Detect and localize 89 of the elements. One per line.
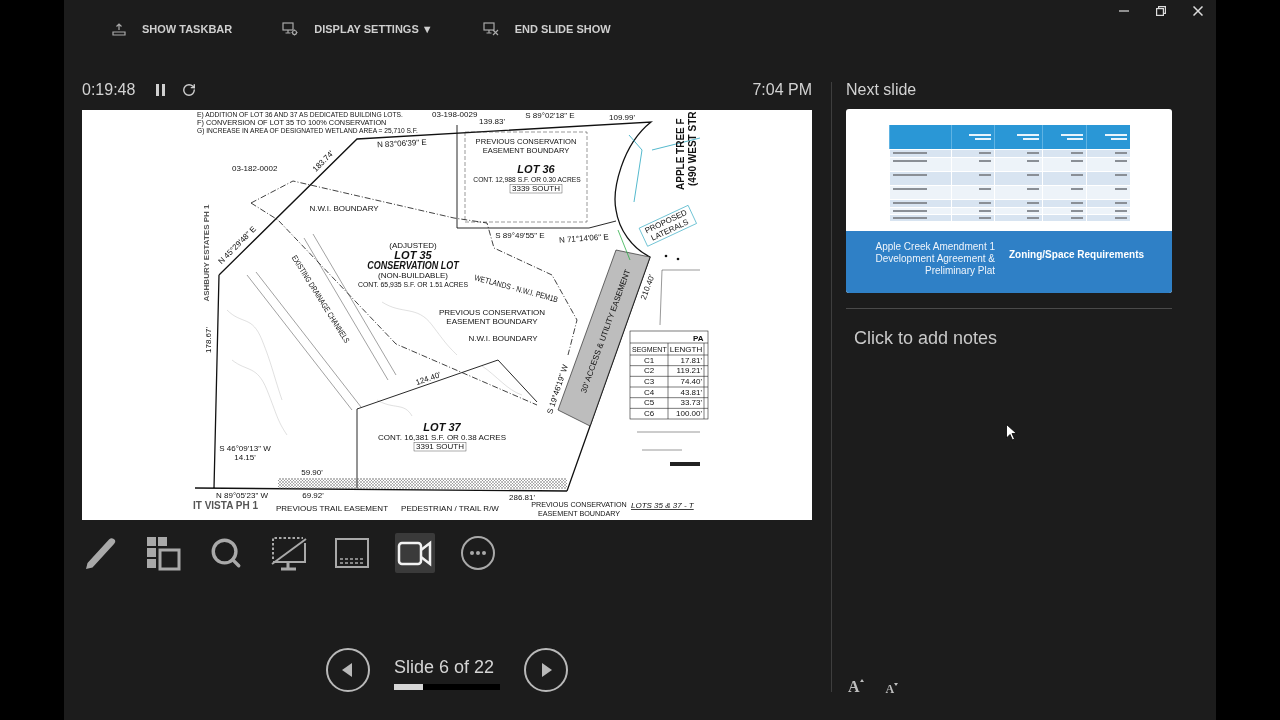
plan-label: IT VISTA PH 1 [193,500,258,511]
show-taskbar-button[interactable]: SHOW TASKBAR [112,20,233,38]
subtitles-icon [334,535,370,571]
plan-label: 69.92' [302,491,324,500]
plan-label: 3391 SOUTH [416,442,464,451]
display-settings-button[interactable]: DISPLAY SETTINGS ▼ [282,20,433,38]
table-header: LENGTH [669,345,703,354]
table-cell: C3 [643,377,655,387]
slide-counter: Slide 6 of 22 [394,656,496,678]
plan-label: 59.90' [301,468,323,477]
camera-button[interactable] [395,533,435,573]
more-options-button[interactable] [458,533,498,573]
table-cell: 17.81' [680,355,702,365]
plan-label: 139.83' [479,117,505,126]
monitor-pointer-icon [271,535,307,571]
mouse-pointer-icon [1006,424,1017,441]
plan-label: LOT 36 [517,163,555,175]
slide-grid-icon [145,535,181,571]
plan-label: CONSERVATION LOT [367,259,459,272]
plan-label: LOTS 35 & 37 - T [631,501,694,510]
monitor-gear-icon [282,22,299,36]
plan-label: PREVIOUS CONSERVATION EASEMENT BOUNDARY [438,308,546,327]
plan-label: E) ADDITION OF LOT 36 AND 37 AS DEDICATED BUILDING LOTS. [197,110,403,120]
table-header: SEGMENT [632,344,667,355]
table-cell: 43.81' [680,387,702,397]
plan-label: ASHBURY ESTATES PH 1 [202,204,211,302]
plan-label: CONT. 12,988 S.F. OR 0.30 ACRES [473,174,581,185]
plan-label: 178.67' [204,327,213,353]
plan-label: PREVIOUS CONSERVATION EASEMENT BOUNDARY [475,136,577,156]
plan-label: 03-198-0029 [432,110,478,119]
search-icon [209,536,243,570]
plan-label: PREVIOUS TRAIL EASEMENT [276,504,388,513]
next-slide-heading: Next slide [846,80,917,100]
plan-label: (490 WEST STR [687,111,698,186]
table-cell: C4 [643,387,655,397]
next-slide-button[interactable] [524,648,568,692]
plan-label: G) INCREASE IN AREA OF DESIGNATED WETLAND AREA = 25,710 S.F. [197,125,418,136]
plan-label: N 71°14'06" E [558,232,609,245]
plan-label: S 46°09'13" W 14.15' [219,444,271,463]
plan-label: S 89°02'18" E [525,111,575,120]
clock-time: 7:04 PM [752,80,812,100]
reset-icon [182,83,197,97]
plan-label: N 89°05'23" W [216,491,268,500]
notes-field[interactable]: Click to add notes [846,326,1172,354]
plan-label: F) CONVERSION OF LOT 35 TO 100% CONSERVATION [197,117,387,128]
table-cell: 100.00' [676,409,702,419]
caret-down-icon [894,683,899,686]
plan-label: 210.40' [639,273,657,301]
plan-label: APPLE TREE F [675,118,686,190]
plan-label: PREVIOUS CONSERVATION EASEMENT BOUNDARY [531,499,627,519]
restore-icon [1155,6,1166,16]
slide-subtitle: Zoning/Space Requirements [1009,249,1145,261]
plan-label: LOT 37 [423,421,461,433]
plan-label: PEDESTRIAN / TRAIL R/W [401,504,499,513]
plan-label: CONT. 16,381 S.F. OR 0.38 ACRES [377,433,507,442]
table-cell: 33.73' [680,398,702,408]
plan-label: (ADJUSTED) [389,241,437,250]
close-icon [1192,6,1203,16]
monitor-close-icon [482,22,499,36]
elapsed-time: 0:19:48 [82,80,136,100]
plan-label: 124.40' [414,370,442,388]
plan-label: (NON-BUILDABLE) [378,271,448,280]
slide-title: Apple Creek Amendment 1 Development Agreement & Preliminary Plat [874,241,995,277]
table-cell: C6 [643,409,655,419]
table-cell: C1 [643,355,655,365]
taskbar-arrow-icon [112,22,126,36]
decrease-font-button[interactable]: A [885,682,899,696]
plan-label: N 83°06'39" E [376,137,427,150]
table-cell: C5 [643,398,655,408]
plan-label: N.W.I. BOUNDARY [468,334,538,343]
table-cell: C2 [643,366,655,376]
more-icon [460,535,496,571]
end-slide-show-button[interactable]: END SLIDE SHOW [482,20,611,38]
plan-label: 286.81' [509,493,535,502]
next-slide-preview[interactable]: Apple Creek Amendment 1 Development Agreement & Preliminary Plat Zoning/Space Requirements [846,109,1172,293]
plan-label: 109.99' [609,113,635,122]
plan-label: CONT. 65,935 S.F. OR 1.51 ACRES [358,279,468,290]
plan-label: LOT 35 [394,249,432,261]
plan-label: N.W.I. BOUNDARY [309,204,379,213]
plan-label: S 89°49'55" E [495,231,545,240]
previous-slide-button[interactable] [326,648,370,692]
increase-font-button[interactable]: A [848,678,864,696]
table-cell: 119.21' [676,366,702,376]
plan-label: 3339 SOUTH [512,184,560,193]
table-title: PA [693,333,704,343]
table-cell: 74.40' [680,377,702,387]
plan-label: 03-182-0002 [232,164,278,173]
minimize-icon [1118,10,1129,12]
caret-up-icon [859,679,864,682]
